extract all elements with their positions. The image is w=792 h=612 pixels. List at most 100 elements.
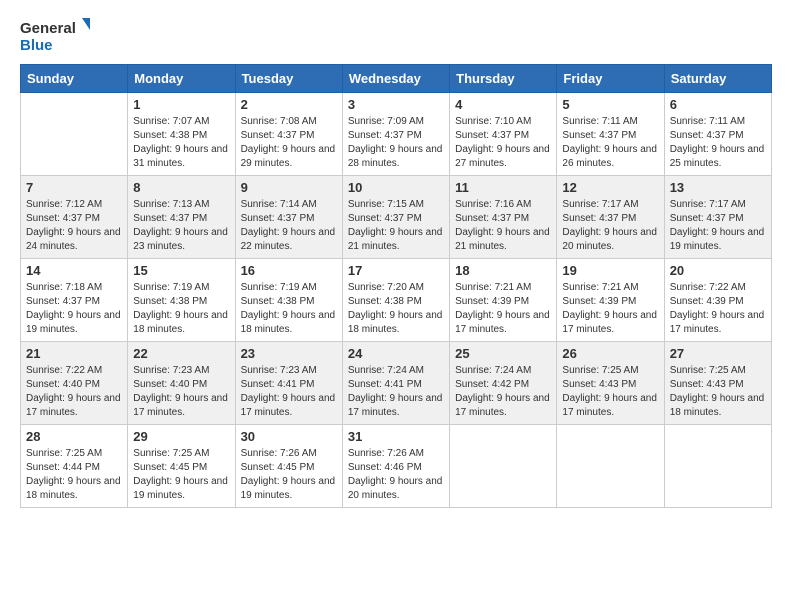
calendar-cell: 26 Sunrise: 7:25 AMSunset: 4:43 PMDayligh… xyxy=(557,342,664,425)
calendar-cell: 18 Sunrise: 7:21 AMSunset: 4:39 PMDayligh… xyxy=(450,259,557,342)
day-number: 1 xyxy=(133,97,229,112)
calendar-cell: 12 Sunrise: 7:17 AMSunset: 4:37 PMDayligh… xyxy=(557,176,664,259)
calendar-cell: 5 Sunrise: 7:11 AMSunset: 4:37 PMDaylight… xyxy=(557,93,664,176)
day-info: Sunrise: 7:07 AMSunset: 4:38 PMDaylight:… xyxy=(133,115,229,171)
day-info: Sunrise: 7:24 AMSunset: 4:41 PMDaylight:… xyxy=(348,364,444,420)
day-number: 23 xyxy=(241,346,337,361)
calendar-cell: 29 Sunrise: 7:25 AMSunset: 4:45 PMDayligh… xyxy=(128,425,235,508)
day-number: 10 xyxy=(348,180,444,195)
day-number: 16 xyxy=(241,263,337,278)
svg-text:General: General xyxy=(20,20,76,37)
day-number: 28 xyxy=(26,429,122,444)
calendar-cell: 15 Sunrise: 7:19 AMSunset: 4:38 PMDayligh… xyxy=(128,259,235,342)
day-info: Sunrise: 7:23 AMSunset: 4:41 PMDaylight:… xyxy=(241,364,337,420)
day-info: Sunrise: 7:12 AMSunset: 4:37 PMDaylight:… xyxy=(26,198,122,254)
day-number: 21 xyxy=(26,346,122,361)
day-header-monday: Monday xyxy=(128,65,235,93)
day-number: 13 xyxy=(670,180,766,195)
day-info: Sunrise: 7:17 AMSunset: 4:37 PMDaylight:… xyxy=(670,198,766,254)
day-info: Sunrise: 7:18 AMSunset: 4:37 PMDaylight:… xyxy=(26,281,122,337)
day-number: 24 xyxy=(348,346,444,361)
calendar-week-row: 21 Sunrise: 7:22 AMSunset: 4:40 PMDayligh… xyxy=(21,342,772,425)
day-number: 27 xyxy=(670,346,766,361)
day-number: 8 xyxy=(133,180,229,195)
day-info: Sunrise: 7:25 AMSunset: 4:45 PMDaylight:… xyxy=(133,447,229,503)
calendar-cell: 20 Sunrise: 7:22 AMSunset: 4:39 PMDayligh… xyxy=(664,259,771,342)
calendar-cell: 31 Sunrise: 7:26 AMSunset: 4:46 PMDayligh… xyxy=(342,425,449,508)
day-info: Sunrise: 7:19 AMSunset: 4:38 PMDaylight:… xyxy=(241,281,337,337)
day-info: Sunrise: 7:19 AMSunset: 4:38 PMDaylight:… xyxy=(133,281,229,337)
day-info: Sunrise: 7:22 AMSunset: 4:40 PMDaylight:… xyxy=(26,364,122,420)
calendar-header-row: SundayMondayTuesdayWednesdayThursdayFrid… xyxy=(21,65,772,93)
calendar-cell xyxy=(450,425,557,508)
day-number: 4 xyxy=(455,97,551,112)
calendar-cell: 23 Sunrise: 7:23 AMSunset: 4:41 PMDayligh… xyxy=(235,342,342,425)
calendar-cell: 7 Sunrise: 7:12 AMSunset: 4:37 PMDaylight… xyxy=(21,176,128,259)
day-info: Sunrise: 7:11 AMSunset: 4:37 PMDaylight:… xyxy=(562,115,658,171)
day-number: 7 xyxy=(26,180,122,195)
day-info: Sunrise: 7:11 AMSunset: 4:37 PMDaylight:… xyxy=(670,115,766,171)
day-info: Sunrise: 7:24 AMSunset: 4:42 PMDaylight:… xyxy=(455,364,551,420)
day-number: 26 xyxy=(562,346,658,361)
day-info: Sunrise: 7:22 AMSunset: 4:39 PMDaylight:… xyxy=(670,281,766,337)
day-number: 6 xyxy=(670,97,766,112)
day-info: Sunrise: 7:14 AMSunset: 4:37 PMDaylight:… xyxy=(241,198,337,254)
day-number: 17 xyxy=(348,263,444,278)
day-number: 5 xyxy=(562,97,658,112)
day-info: Sunrise: 7:26 AMSunset: 4:45 PMDaylight:… xyxy=(241,447,337,503)
svg-text:Blue: Blue xyxy=(20,37,53,54)
day-number: 14 xyxy=(26,263,122,278)
calendar-week-row: 1 Sunrise: 7:07 AMSunset: 4:38 PMDaylight… xyxy=(21,93,772,176)
day-number: 9 xyxy=(241,180,337,195)
calendar-cell: 30 Sunrise: 7:26 AMSunset: 4:45 PMDayligh… xyxy=(235,425,342,508)
day-number: 12 xyxy=(562,180,658,195)
day-number: 31 xyxy=(348,429,444,444)
day-number: 15 xyxy=(133,263,229,278)
day-info: Sunrise: 7:21 AMSunset: 4:39 PMDaylight:… xyxy=(455,281,551,337)
calendar-cell: 11Sunrise: 7:16 AMSunset: 4:37 PMDayligh… xyxy=(450,176,557,259)
day-number: 18 xyxy=(455,263,551,278)
calendar-cell: 8 Sunrise: 7:13 AMSunset: 4:37 PMDaylight… xyxy=(128,176,235,259)
calendar-cell: 14 Sunrise: 7:18 AMSunset: 4:37 PMDayligh… xyxy=(21,259,128,342)
calendar-cell: 2Sunrise: 7:08 AMSunset: 4:37 PMDaylight… xyxy=(235,93,342,176)
calendar-cell xyxy=(21,93,128,176)
day-number: 3 xyxy=(348,97,444,112)
calendar-cell: 27Sunrise: 7:25 AMSunset: 4:43 PMDayligh… xyxy=(664,342,771,425)
calendar-week-row: 7 Sunrise: 7:12 AMSunset: 4:37 PMDaylight… xyxy=(21,176,772,259)
calendar-cell: 25 Sunrise: 7:24 AMSunset: 4:42 PMDayligh… xyxy=(450,342,557,425)
day-info: Sunrise: 7:26 AMSunset: 4:46 PMDaylight:… xyxy=(348,447,444,503)
calendar-cell: 13 Sunrise: 7:17 AMSunset: 4:37 PMDayligh… xyxy=(664,176,771,259)
calendar-cell: 6 Sunrise: 7:11 AMSunset: 4:37 PMDaylight… xyxy=(664,93,771,176)
day-number: 22 xyxy=(133,346,229,361)
day-info: Sunrise: 7:17 AMSunset: 4:37 PMDaylight:… xyxy=(562,198,658,254)
calendar-table: SundayMondayTuesdayWednesdayThursdayFrid… xyxy=(20,64,772,508)
day-header-wednesday: Wednesday xyxy=(342,65,449,93)
day-header-saturday: Saturday xyxy=(664,65,771,93)
calendar-cell: 4 Sunrise: 7:10 AMSunset: 4:37 PMDaylight… xyxy=(450,93,557,176)
day-info: Sunrise: 7:21 AMSunset: 4:39 PMDaylight:… xyxy=(562,281,658,337)
calendar-cell: 3Sunrise: 7:09 AMSunset: 4:37 PMDaylight… xyxy=(342,93,449,176)
day-info: Sunrise: 7:10 AMSunset: 4:37 PMDaylight:… xyxy=(455,115,551,171)
calendar-cell: 10 Sunrise: 7:15 AMSunset: 4:37 PMDayligh… xyxy=(342,176,449,259)
calendar-cell: 19Sunrise: 7:21 AMSunset: 4:39 PMDayligh… xyxy=(557,259,664,342)
day-info: Sunrise: 7:20 AMSunset: 4:38 PMDaylight:… xyxy=(348,281,444,337)
calendar-cell: 24 Sunrise: 7:24 AMSunset: 4:41 PMDayligh… xyxy=(342,342,449,425)
logo-svg: General Blue xyxy=(20,16,90,54)
day-header-tuesday: Tuesday xyxy=(235,65,342,93)
logo: General Blue xyxy=(20,16,90,54)
calendar-cell: 21 Sunrise: 7:22 AMSunset: 4:40 PMDayligh… xyxy=(21,342,128,425)
day-number: 2 xyxy=(241,97,337,112)
day-number: 11 xyxy=(455,180,551,195)
calendar-cell xyxy=(664,425,771,508)
day-info: Sunrise: 7:25 AMSunset: 4:43 PMDaylight:… xyxy=(562,364,658,420)
day-info: Sunrise: 7:13 AMSunset: 4:37 PMDaylight:… xyxy=(133,198,229,254)
day-number: 20 xyxy=(670,263,766,278)
day-info: Sunrise: 7:15 AMSunset: 4:37 PMDaylight:… xyxy=(348,198,444,254)
day-number: 29 xyxy=(133,429,229,444)
day-number: 30 xyxy=(241,429,337,444)
day-number: 25 xyxy=(455,346,551,361)
calendar-cell: 16 Sunrise: 7:19 AMSunset: 4:38 PMDayligh… xyxy=(235,259,342,342)
calendar-cell: 22Sunrise: 7:23 AMSunset: 4:40 PMDayligh… xyxy=(128,342,235,425)
page-header: General Blue xyxy=(20,16,772,54)
calendar-cell: 9 Sunrise: 7:14 AMSunset: 4:37 PMDaylight… xyxy=(235,176,342,259)
